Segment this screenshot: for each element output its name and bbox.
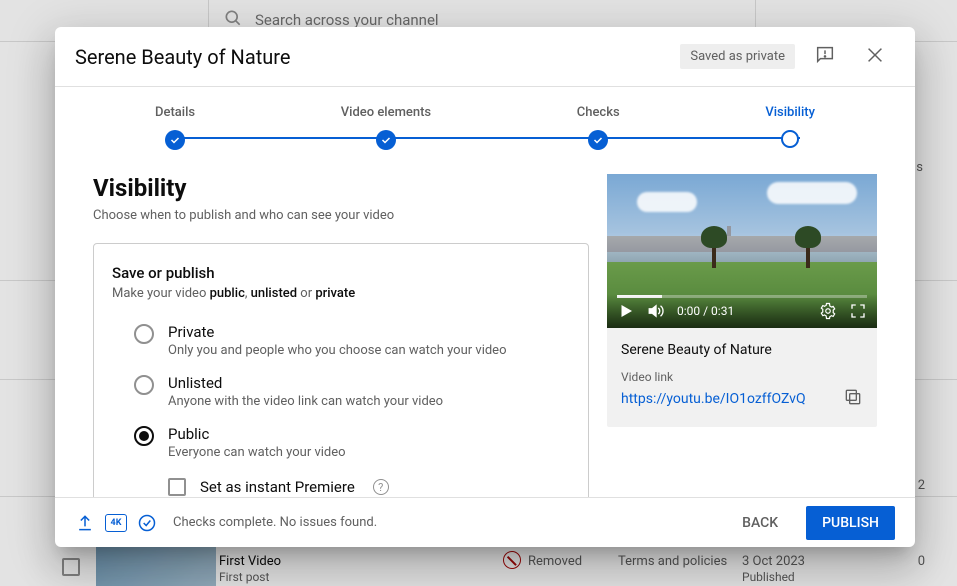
fullscreen-icon[interactable] <box>849 302 867 320</box>
link-label: Video link <box>621 370 863 384</box>
step-video-elements[interactable]: Video elements <box>341 105 431 150</box>
checkbox-icon <box>168 478 186 496</box>
upload-modal: Serene Beauty of Nature Saved as private… <box>55 27 915 547</box>
radio-icon <box>134 426 154 446</box>
option-desc: Only you and people who you choose can w… <box>168 343 570 358</box>
preview-video-title: Serene Beauty of Nature <box>621 342 863 358</box>
step-label: Details <box>155 105 195 120</box>
radio-icon <box>134 375 154 395</box>
option-label: Public <box>168 425 570 443</box>
video-player[interactable]: 0:00 / 0:31 <box>607 174 877 328</box>
step-label: Visibility <box>765 105 815 120</box>
modal-footer: 4K Checks complete. No issues found. BAC… <box>55 497 915 547</box>
step-checks[interactable]: Checks <box>577 105 620 150</box>
option-public[interactable]: Public Everyone can watch your video <box>112 417 570 468</box>
volume-icon[interactable] <box>647 302 665 320</box>
save-publish-panel: Save or publish Make your video public, … <box>93 243 589 497</box>
saved-status-badge: Saved as private <box>680 44 795 69</box>
option-label: Private <box>168 323 570 341</box>
current-step-dot <box>781 130 799 148</box>
back-button[interactable]: BACK <box>728 507 792 539</box>
copy-icon <box>843 396 863 411</box>
modal-title: Serene Beauty of Nature <box>75 45 670 69</box>
close-icon <box>864 44 886 70</box>
feedback-button[interactable] <box>805 37 845 77</box>
play-icon[interactable] <box>617 302 635 320</box>
step-label: Video elements <box>341 105 431 120</box>
step-label: Checks <box>577 105 620 120</box>
modal-body: Details Video elements Checks Visibility… <box>55 87 915 497</box>
modal-header: Serene Beauty of Nature Saved as private <box>55 27 915 87</box>
publish-button[interactable]: PUBLISH <box>806 506 895 540</box>
check-circle-icon <box>137 513 157 533</box>
premiere-label: Set as instant Premiere <box>200 478 355 496</box>
settings-icon[interactable] <box>819 302 837 320</box>
resolution-badge: 4K <box>105 514 127 532</box>
feedback-icon <box>814 44 836 70</box>
radio-icon <box>134 324 154 344</box>
option-label: Unlisted <box>168 374 570 392</box>
close-button[interactable] <box>855 37 895 77</box>
copy-link-button[interactable] <box>843 387 863 411</box>
video-time: 0:00 / 0:31 <box>677 304 734 318</box>
help-icon[interactable]: ? <box>373 479 389 495</box>
upload-icon <box>75 513 95 533</box>
premiere-checkbox-row[interactable]: Set as instant Premiere ? <box>112 468 570 496</box>
checks-message: Checks complete. No issues found. <box>173 515 377 530</box>
option-desc: Everyone can watch your video <box>168 445 570 460</box>
option-private[interactable]: Private Only you and people who you choo… <box>112 315 570 366</box>
step-details[interactable]: Details <box>155 105 195 150</box>
page-title: Visibility <box>93 174 589 202</box>
page-subtitle: Choose when to publish and who can see y… <box>93 208 589 223</box>
panel-heading: Save or publish <box>112 264 570 282</box>
check-icon <box>165 130 185 150</box>
option-desc: Anyone with the video link can watch you… <box>168 394 570 409</box>
video-link[interactable]: https://youtu.be/IO1ozffOZvQ <box>621 391 806 407</box>
stepper: Details Video elements Checks Visibility <box>55 87 915 162</box>
step-visibility[interactable]: Visibility <box>765 105 815 148</box>
video-preview-card: 0:00 / 0:31 Serene Beauty of Nature Vide… <box>607 174 877 427</box>
option-unlisted[interactable]: Unlisted Anyone with the video link can … <box>112 366 570 417</box>
panel-subtext: Make your video public, unlisted or priv… <box>112 286 570 301</box>
stepper-line <box>170 137 800 139</box>
check-icon <box>376 130 396 150</box>
check-icon <box>588 130 608 150</box>
